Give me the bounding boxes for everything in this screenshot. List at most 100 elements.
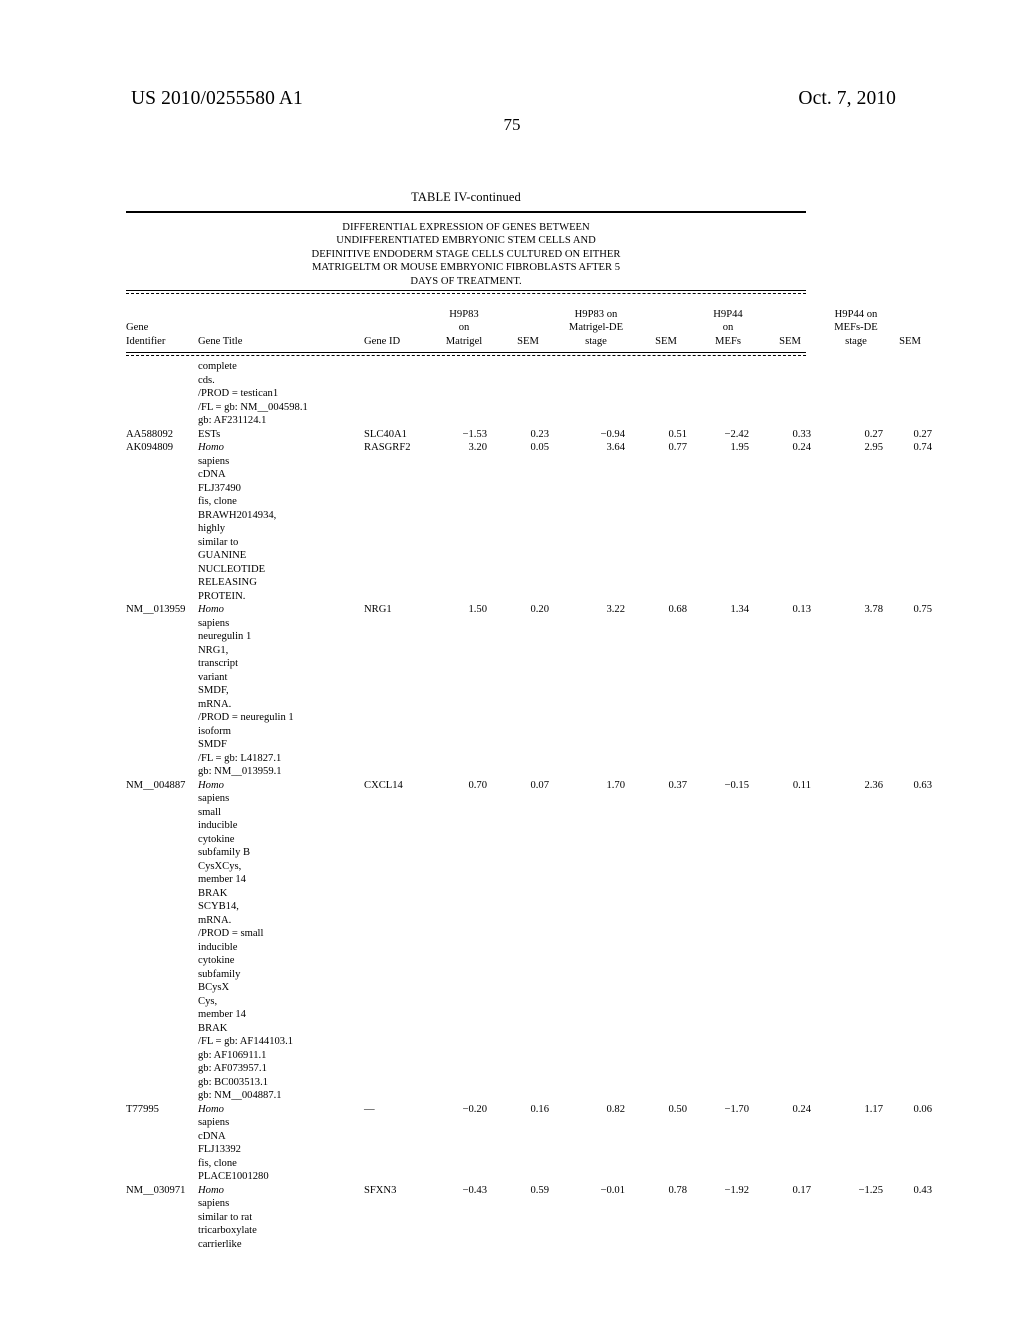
- row-gene-title-line: PLACE1001280: [198, 1171, 269, 1183]
- row-gene-title-line: cytokine: [198, 955, 235, 967]
- row-gene-title-line: gb: AF106911.1: [198, 1049, 267, 1061]
- row-gene-title-line: NRG1,: [198, 644, 229, 656]
- row-gene-title-line: /PROD = neuregulin 1: [198, 712, 294, 724]
- row-gene-title-line: Homo: [198, 442, 224, 454]
- row-gene-title-line: SCYB14,: [198, 901, 239, 913]
- row-value: 0.06: [913, 1103, 932, 1115]
- row-value: 3.22: [606, 604, 625, 616]
- row-gene-id: SFXN3: [364, 1184, 397, 1196]
- row-gene-id: CXCL14: [364, 779, 403, 791]
- row-gene-identifier: T77995: [126, 1103, 159, 1115]
- row-value: 0.07: [530, 779, 549, 791]
- row-gene-title-line: mRNA.: [198, 914, 232, 926]
- row-gene-title-line: BRAWH2014934,: [198, 509, 277, 521]
- column-header-line: Matrigel-DE: [568, 322, 624, 334]
- row-value: 0.13: [792, 604, 811, 616]
- table-body: complete cds. /PROD = testican1/FL = gb: N…: [126, 356, 932, 1257]
- row-value: −0.94: [600, 428, 625, 440]
- column-header-line: H9P44 on: [834, 308, 878, 320]
- row-gene-title-line: /FL = gb: L41827.1: [198, 752, 282, 764]
- row-value: 0.51: [668, 428, 687, 440]
- row-value: 0.11: [792, 779, 811, 791]
- row-gene-identifier: NM__013959: [126, 604, 186, 616]
- row-gene-title-line: sapiens: [198, 617, 230, 629]
- continued-title-line: /FL = gb: NM__004598.1: [198, 401, 308, 413]
- column-header-sem1: SEM: [504, 335, 552, 348]
- row-gene-title-line: Homo: [198, 1103, 224, 1115]
- row-gene-title-line: Homo: [198, 1184, 224, 1196]
- row-gene-title-line: /FL = gb: AF144103.1: [198, 1036, 294, 1048]
- row-gene-title-line: transcript: [198, 658, 239, 670]
- row-gene-id: RASGRF2: [364, 442, 411, 454]
- row-gene-title-line: SMDF: [198, 739, 227, 751]
- row-value: −1.70: [724, 1103, 749, 1115]
- row-value: 0.37: [668, 779, 687, 791]
- column-header-gene-title: Gene Title: [198, 335, 318, 348]
- row-value: 0.70: [468, 779, 487, 791]
- column-header-h9p44-mefs: H9P44 on MEFs: [704, 308, 752, 348]
- row-gene-title-line: isoform: [198, 725, 231, 737]
- row-gene-identifier: NM__004887: [126, 779, 186, 791]
- column-header-line: SEM: [779, 335, 801, 347]
- row-value: −0.43: [462, 1184, 487, 1196]
- row-gene-title-line: ESTs: [198, 428, 221, 440]
- column-header-sem2: SEM: [642, 335, 690, 348]
- row-gene-title-line: cytokine: [198, 833, 235, 845]
- row-gene-title-line: CysXCys,: [198, 860, 242, 872]
- row-value: −1.53: [462, 428, 487, 440]
- row-gene-identifier: AA588092: [126, 428, 174, 440]
- row-gene-title-line: cDNA: [198, 1130, 226, 1142]
- row-gene-title-line: highly: [198, 523, 226, 535]
- row-gene-title-line: gb: BC003513.1: [198, 1076, 269, 1088]
- row-value: 0.17: [792, 1184, 811, 1196]
- row-gene-title-line: member 14: [198, 1009, 246, 1021]
- column-header-line: H9P83: [449, 308, 479, 320]
- row-value: 3.64: [606, 442, 625, 454]
- table-title: TABLE IV-continued: [411, 190, 521, 204]
- row-value: 0.74: [913, 442, 932, 454]
- row-value: 0.43: [913, 1184, 932, 1196]
- column-header-line: on: [722, 322, 734, 334]
- row-gene-title-line: small: [198, 806, 221, 818]
- row-gene-title-line: cDNA: [198, 469, 226, 481]
- row-gene-title-line: sapiens: [198, 793, 230, 805]
- row-gene-title-line: Cys,: [198, 995, 218, 1007]
- row-value: 0.20: [530, 604, 549, 616]
- row-gene-id: —: [364, 1103, 375, 1115]
- row-gene-title-line: FLJ37490: [198, 482, 241, 494]
- column-header-gene-id: Gene ID: [364, 335, 444, 348]
- row-gene-title-line: similar to rat: [198, 1211, 253, 1223]
- column-header-line: Gene: [126, 322, 149, 334]
- row-gene-title-line: BCysX: [198, 982, 230, 994]
- column-header-line: Gene Title: [198, 335, 243, 347]
- row-gene-title-line: PROTEIN.: [198, 590, 246, 602]
- row-value: 3.20: [468, 442, 487, 454]
- row-value: 0.24: [792, 442, 811, 454]
- row-gene-title-line: sapiens: [198, 1198, 230, 1210]
- row-value: −0.01: [600, 1184, 625, 1196]
- row-gene-title-line: inducible: [198, 941, 238, 953]
- row-gene-title-line: neuregulin 1: [198, 631, 252, 643]
- column-header-line: MEFs: [715, 335, 741, 347]
- row-value: 0.50: [668, 1103, 687, 1115]
- column-header-sem4: SEM: [886, 335, 934, 348]
- row-value: 0.16: [530, 1103, 549, 1115]
- row-gene-identifier: AK094809: [126, 442, 174, 454]
- row-value: 0.59: [530, 1184, 549, 1196]
- row-value: −1.92: [724, 1184, 749, 1196]
- caption-line: DAYS OF TREATMENT.: [410, 275, 522, 287]
- column-header-line: Identifier: [126, 335, 166, 347]
- continued-title-line: /PROD = testican1: [198, 388, 279, 400]
- row-value: 0.75: [913, 604, 932, 616]
- table-column-headers: Gene Identifier Gene Title Gene ID H9P83 on Ma…: [126, 294, 921, 352]
- row-gene-title-line: member 14: [198, 874, 246, 886]
- row-value: 1.95: [730, 442, 749, 454]
- publication-number: US 2010/0255580 A1: [131, 88, 303, 109]
- column-header-line: SEM: [517, 335, 539, 347]
- column-header-sem3: SEM: [766, 335, 814, 348]
- column-header-line: Gene ID: [364, 335, 401, 347]
- page-header: US 2010/0255580 A1 Oct. 7, 2010: [0, 88, 1024, 118]
- row-gene-id: NRG1: [364, 604, 392, 616]
- continued-title-line: complete: [198, 361, 237, 373]
- row-value: 1.34: [730, 604, 749, 616]
